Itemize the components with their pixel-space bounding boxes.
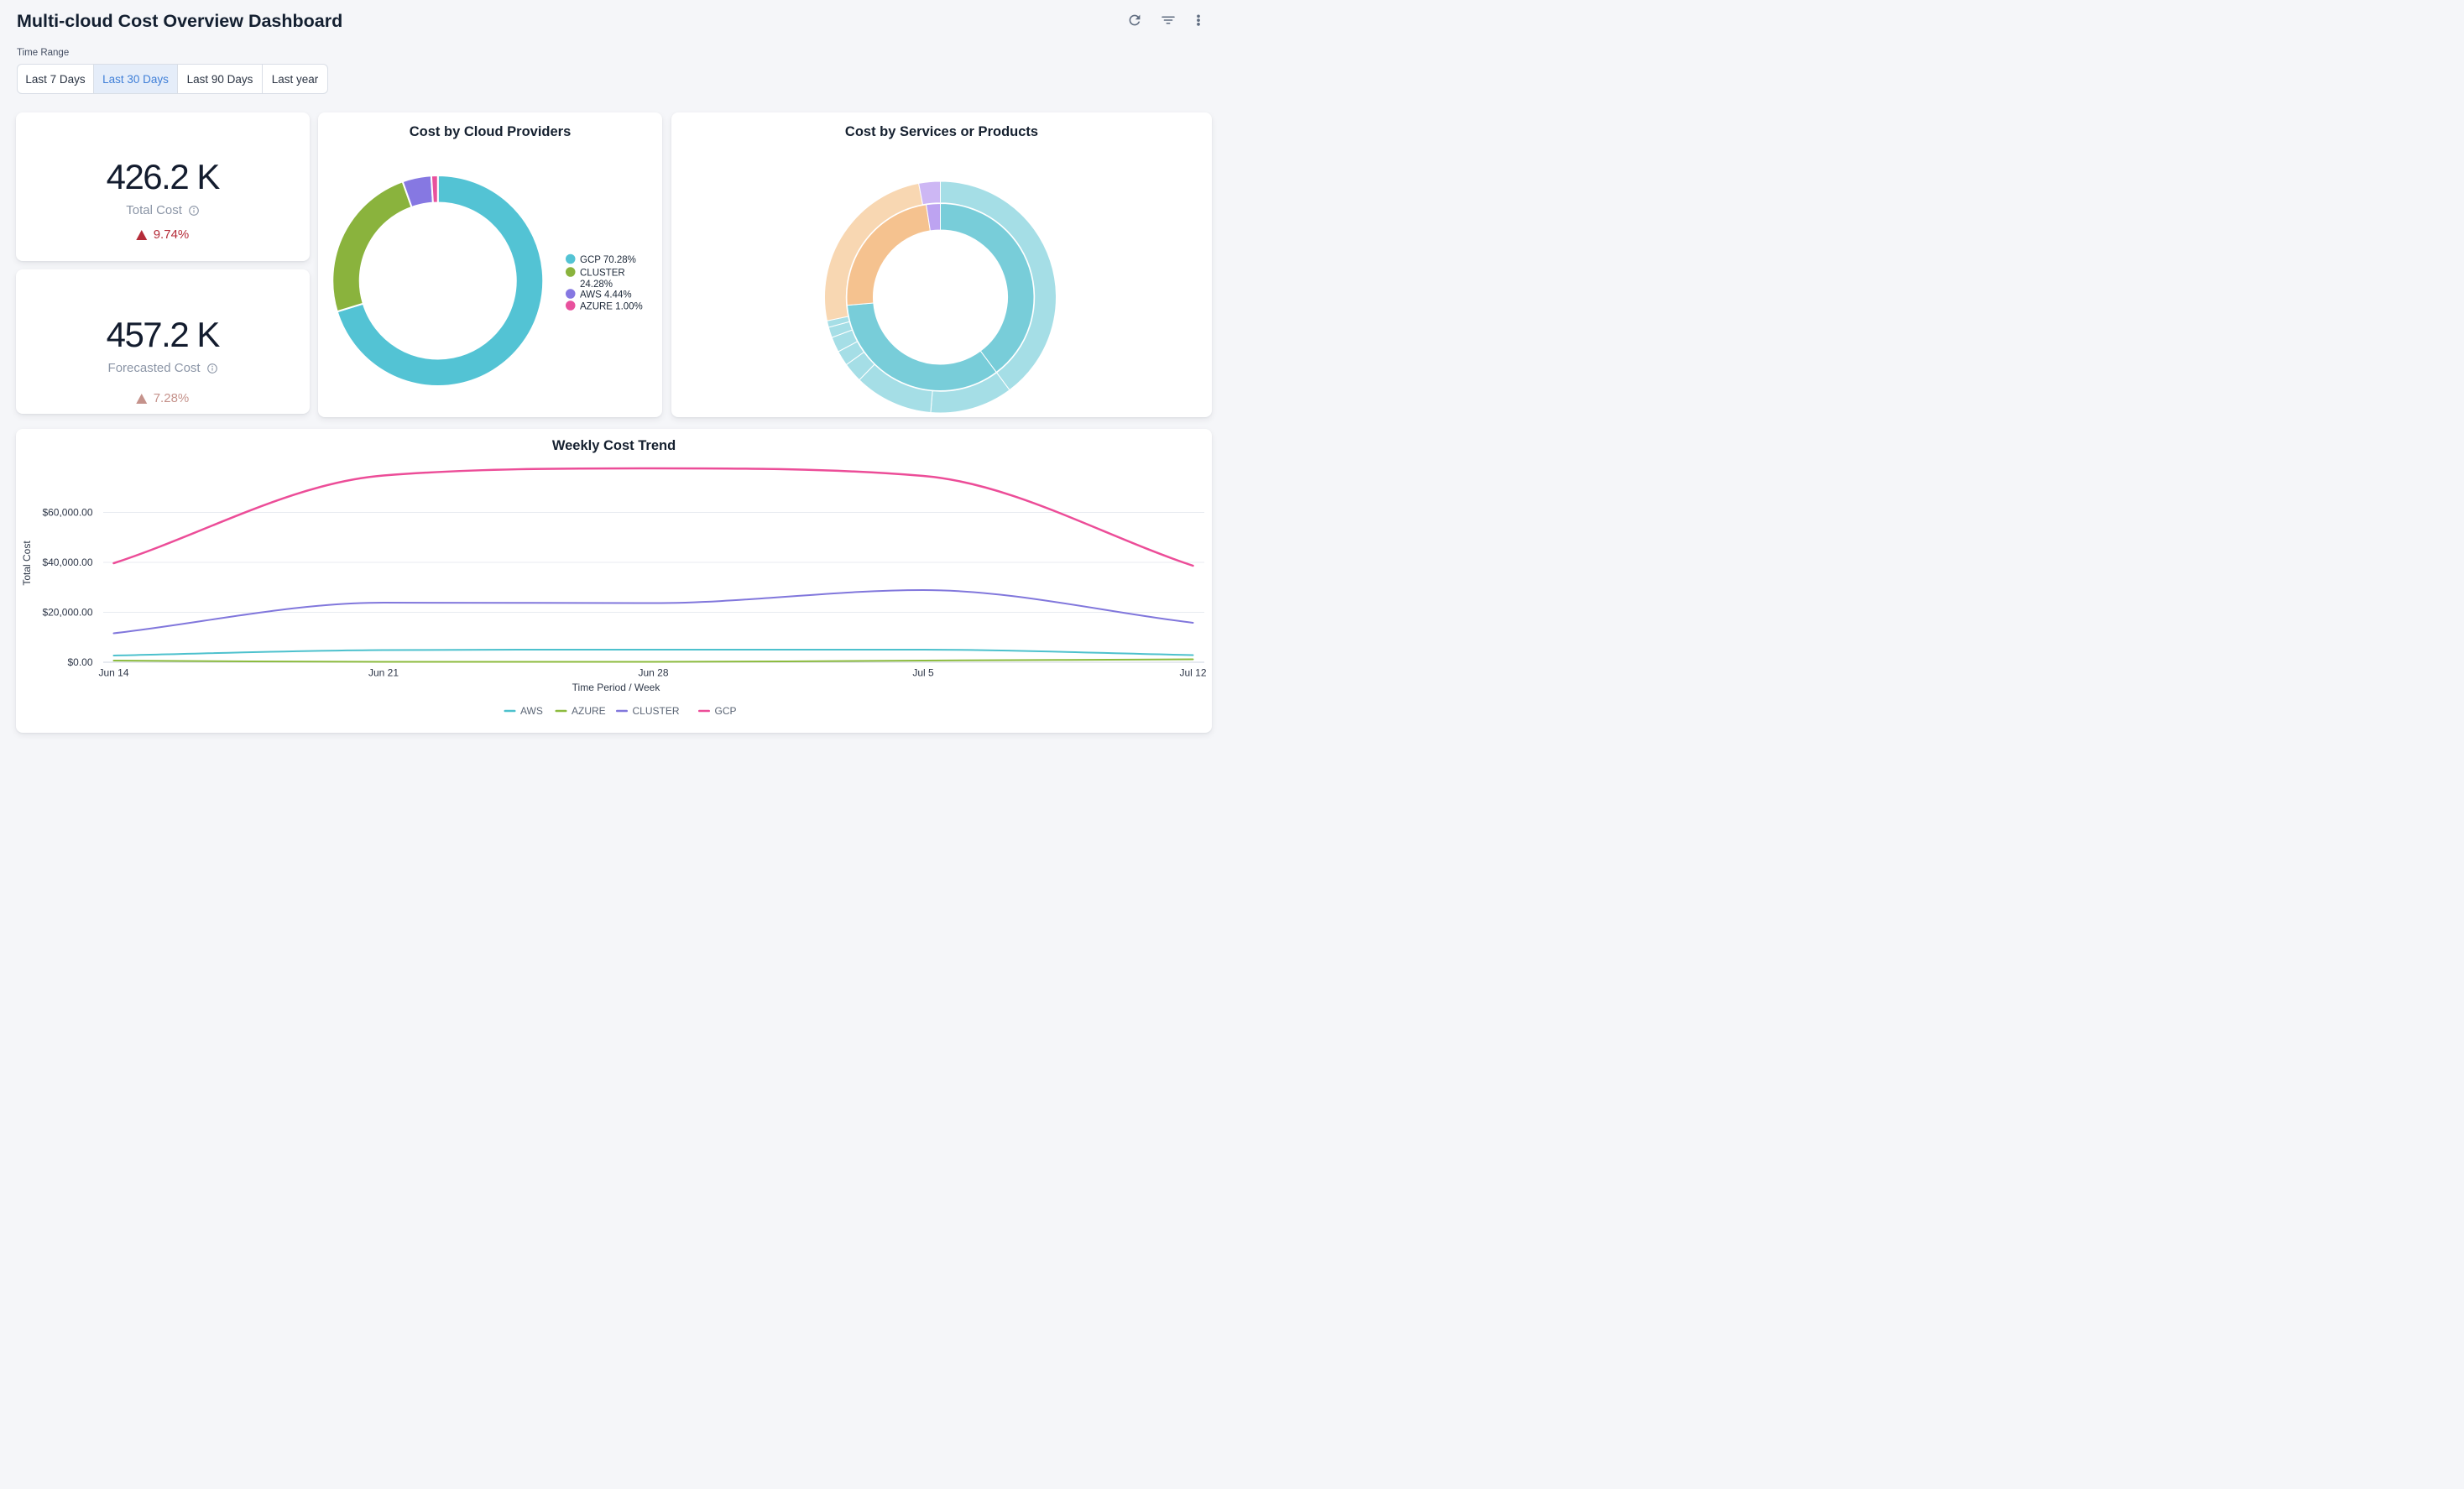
svg-text:24.28%: 24.28%	[580, 279, 613, 289]
svg-text:Jun 28: Jun 28	[638, 667, 668, 679]
svg-text:GCP: GCP	[715, 705, 737, 717]
svg-text:CLUSTER: CLUSTER	[580, 268, 625, 278]
svg-text:CLUSTER: CLUSTER	[633, 705, 680, 717]
svg-text:Jun 14: Jun 14	[98, 667, 128, 679]
svg-text:AWS 4.44%: AWS 4.44%	[580, 290, 632, 300]
svg-text:AZURE 1.00%: AZURE 1.00%	[580, 301, 643, 311]
svg-text:GCP 70.28%: GCP 70.28%	[580, 254, 636, 264]
svg-text:AWS: AWS	[520, 705, 543, 717]
svg-text:$20,000.00: $20,000.00	[42, 607, 92, 619]
svg-text:Jul 5: Jul 5	[912, 667, 934, 679]
svg-text:Jul 12: Jul 12	[1179, 667, 1206, 679]
svg-text:$60,000.00: $60,000.00	[42, 507, 92, 519]
svg-text:$0.00: $0.00	[67, 656, 92, 668]
svg-text:Total Cost: Total Cost	[21, 541, 33, 586]
svg-text:$40,000.00: $40,000.00	[42, 556, 92, 568]
svg-text:Jun 21: Jun 21	[368, 667, 399, 679]
svg-text:AZURE: AZURE	[572, 705, 606, 717]
svg-text:Time Period / Week: Time Period / Week	[572, 682, 661, 693]
